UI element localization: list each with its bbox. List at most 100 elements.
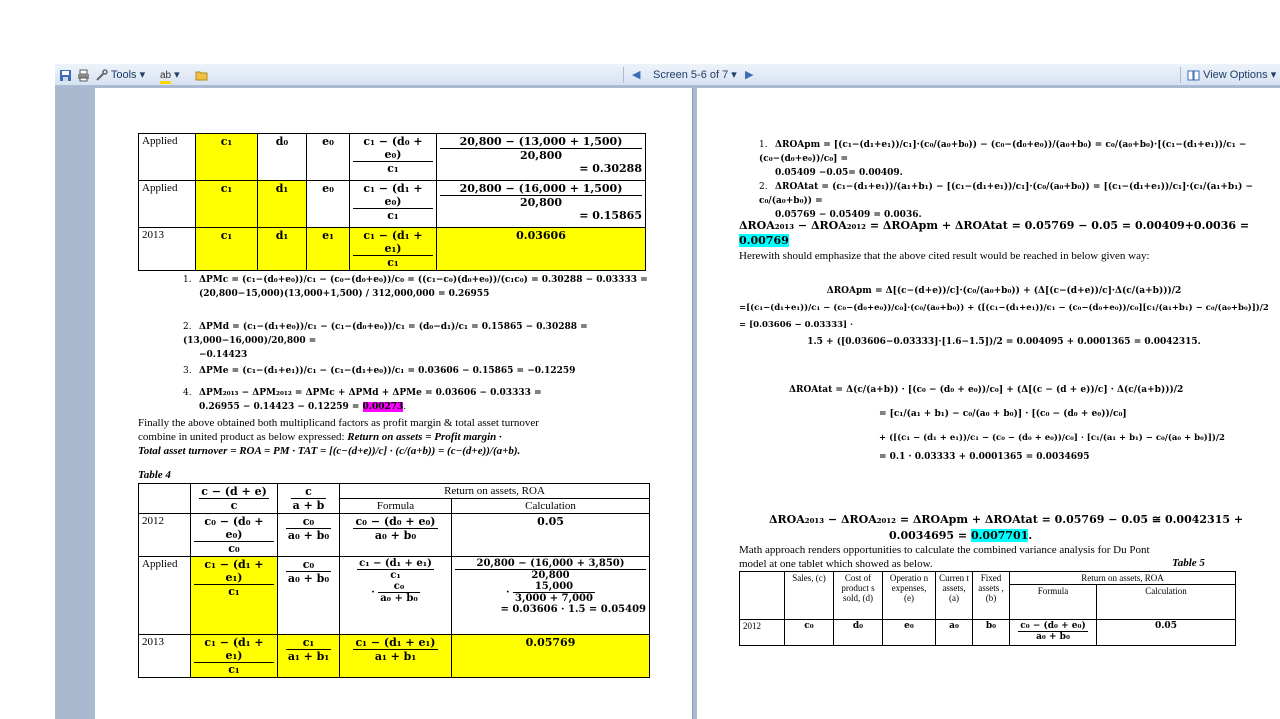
document-page-right: 1. ΔROApm = [(c₁−(d₁+e₁))/c₁]·(c₀/(a₀+b₀)… bbox=[697, 88, 1280, 719]
cell-e: e₀ bbox=[882, 619, 936, 646]
roa-item-2: 2. ΔROAtat = (c₁−(d₁+e₁))/(a₁+b₁) − [(c₁−… bbox=[759, 182, 1254, 220]
item-number: 2. bbox=[183, 322, 192, 332]
eq-tat-line3: + ([(c₁ − (d₁ + e₁))/c₁ − (c₀ − (d₀ + e₀… bbox=[879, 433, 1225, 443]
calc-denominator: 20,800 bbox=[519, 149, 563, 162]
eq-pm-line1: ΔROApm = Δ[(c−(d+e))/c]·(c₀/(a₀+b₀)) + (… bbox=[826, 286, 1182, 296]
header-current-assets: Curren t assets, (a) bbox=[935, 571, 973, 620]
calc-value: 0.05769 bbox=[451, 634, 650, 678]
para-line2b: Return on assets = Profit margin · bbox=[347, 431, 502, 443]
pm-item-1: 1. ΔPMc = (c₁−(d₀+e₀))/c₁ − (c₀−(d₀+e₀))/… bbox=[183, 273, 683, 301]
item-number: 4. bbox=[183, 388, 192, 398]
para-line3: Total asset turnover = ROA = PM · TAT = … bbox=[138, 445, 521, 457]
header-formula: Formula bbox=[1009, 584, 1097, 620]
save-icon[interactable] bbox=[59, 67, 72, 83]
row-label: Applied bbox=[138, 133, 196, 181]
roa-pm-derivation: ΔROApm = Δ[(c−(d+e))/c]·(c₀/(a₀+b₀)) + (… bbox=[739, 283, 1269, 351]
table-5: Sales, (c) Cost of product s sold, (d) O… bbox=[739, 571, 1236, 646]
calc-result: = 0.15865 bbox=[579, 209, 642, 222]
view-options-icon bbox=[1187, 70, 1200, 81]
item-number: 1. bbox=[183, 275, 192, 285]
cell-e: e₁ bbox=[306, 227, 350, 271]
header-formula: Formula bbox=[339, 498, 452, 514]
item1-line2: 0.05409 −0.05= 0.00409. bbox=[775, 168, 903, 178]
sum-line: ΔROA₂₀₁₃ − ΔROA₂₀₁₂ = ΔROApm + ΔROAtat =… bbox=[739, 219, 1250, 232]
table5-title: Table 5 bbox=[1172, 557, 1205, 569]
header-turnover: ca + b bbox=[277, 483, 340, 514]
table4-title: Table 4 bbox=[138, 469, 171, 481]
header-calculation: Calculation bbox=[451, 498, 650, 514]
table-4: c − (d + e) c ca + b Return on assets, RO… bbox=[138, 483, 650, 678]
item2-line1: ΔROAtat = (c₁−(d₁+e₁))/(a₁+b₁) − [(c₁−(d… bbox=[759, 182, 1254, 206]
item-line2: (20,800−15,000)(13,000+1,500) / 312,000,… bbox=[199, 289, 490, 299]
screen-indicator[interactable]: Screen 5-6 of 7 ▾ bbox=[653, 67, 737, 83]
roa-item-1: 1. ΔROApm = [(c₁−(d₁+e₁))/c₁]·(c₀/(a₀+b₀)… bbox=[759, 140, 1247, 178]
sum2-end: . bbox=[1028, 529, 1033, 542]
next-screen-icon[interactable]: ▶ bbox=[745, 67, 753, 83]
formula-denominator: c₁ bbox=[387, 256, 399, 269]
eq-pm-line2: =[(c₁−(d₁+e₁))/c₁ − (c₀−(d₀+e₀))/c₀]·(c₀… bbox=[739, 303, 1269, 330]
document-page-left: Applied c₁ d₀ e₀ c₁ − (d₀ + e₀) c₁ 20,800… bbox=[95, 88, 693, 719]
calc-numerator: 20,800 − (13,000 + 1,500) bbox=[440, 135, 642, 149]
math-line1: Math approach renders opportunities to c… bbox=[739, 544, 1150, 556]
header-fixed-assets: Fixed assets , (b) bbox=[972, 571, 1010, 620]
row-label: 2012 bbox=[138, 513, 191, 557]
cell-c: c₁ bbox=[195, 133, 258, 181]
previous-screen-icon[interactable]: ◀ bbox=[632, 67, 640, 83]
cell-c: c₁ bbox=[195, 180, 258, 228]
formula-numerator: c₁ − (d₁ + e₁) bbox=[353, 229, 433, 256]
cell-d: d₁ bbox=[257, 180, 307, 228]
header-margin: c − (d + e) c bbox=[190, 483, 278, 514]
formula-cell: c₁ − (d₁ + e₀) c₁ bbox=[349, 180, 437, 228]
row-label: 2012 bbox=[739, 619, 785, 646]
calc-cell: 0.03606 bbox=[436, 227, 646, 271]
header-cost: Cost of product s sold, (d) bbox=[833, 571, 883, 620]
formula-denominator: c₁ bbox=[387, 209, 399, 222]
sum2-line1: ΔROA₂₀₁₃ − ΔROA₂₀₁₂ = ΔROApm + ΔROAtat =… bbox=[769, 513, 1244, 526]
item-line2-end: . bbox=[403, 402, 407, 412]
formula-cell: c₁ − (d₀ + e₀) c₁ bbox=[349, 133, 437, 181]
roa-tat-derivation: ΔROAtat = Δ(c/(a+b)) · [(c₀ − (d₀ + e₀))… bbox=[739, 378, 1269, 464]
item-line1: ΔPMc = (c₁−(d₀+e₀))/c₁ − (c₀−(d₀+e₀))/c₀… bbox=[199, 275, 648, 285]
pm-item-4: 4. ΔPM₂₀₁₃ − ΔPM₂₀₁₂ = ΔPMc + ΔPMd + ΔPMe… bbox=[183, 386, 683, 414]
para-line1: Finally the above obtained both multipli… bbox=[138, 417, 539, 429]
cell-d: d₁ bbox=[257, 227, 307, 271]
item-line1: ΔPMe = (c₁−(d₁+e₁))/c₁ − (c₁−(d₁+e₀))/c₁… bbox=[199, 366, 576, 376]
row-label: 2013 bbox=[138, 227, 196, 271]
cell-a: a₀ bbox=[935, 619, 973, 646]
tools-icon bbox=[96, 68, 108, 81]
cell-e: e₀ bbox=[306, 180, 350, 228]
item-line2: 0.26955 − 0.14423 − 0.12259 = bbox=[199, 402, 363, 412]
viewer-toolbar: Tools ▾ ab ▾ ◀ Screen 5-6 of 7 ▾ ▶ View … bbox=[55, 64, 1280, 86]
tools-menu-button[interactable]: Tools ▾ bbox=[95, 67, 145, 83]
cell-d: d₀ bbox=[833, 619, 883, 646]
highlight-button[interactable]: ab ▾ bbox=[160, 67, 180, 84]
cell-e: e₀ bbox=[306, 133, 350, 181]
herewith-text: Herewith should emphasize that the above… bbox=[739, 250, 1150, 262]
math-line2: model at one tablet which showed as belo… bbox=[739, 558, 933, 570]
roa-sum-2: ΔROA₂₀₁₃ − ΔROA₂₀₁₂ = ΔROApm + ΔROAtat =… bbox=[769, 512, 1269, 544]
eq-tat-line2: = [c₁/(a₁ + b₁) − c₀/(a₀ + b₀)] · [(c₀ −… bbox=[879, 409, 1127, 419]
variance-table-top: Applied c₁ d₀ e₀ c₁ − (d₀ + e₀) c₁ 20,800… bbox=[138, 133, 646, 271]
print-icon[interactable] bbox=[77, 67, 90, 83]
para-line2a: combine in united product as below expre… bbox=[138, 431, 348, 443]
eq-tat-line1: ΔROAtat = Δ(c/(a+b)) · [(c₀ − (d₀ + e₀))… bbox=[789, 385, 1184, 395]
calc-denominator: 20,800 bbox=[519, 196, 563, 209]
folder-icon[interactable] bbox=[195, 67, 208, 83]
pm-item-2: 2. ΔPMd = (c₁−(d₁+e₀))/c₁ − (c₁−(d₀+e₀))/… bbox=[183, 320, 683, 362]
header-calculation: Calculation bbox=[1096, 584, 1236, 620]
eq-tat-line4: = 0.1 · 0.03333 + 0.0001365 = 0.0034695 bbox=[879, 452, 1090, 462]
cell-c: c₀ bbox=[784, 619, 834, 646]
highlighted-result: 0.00769 bbox=[739, 234, 789, 247]
item-line1: ΔPM₂₀₁₃ − ΔPM₂₀₁₂ = ΔPMc + ΔPMd + ΔPMe =… bbox=[199, 388, 542, 398]
math-approach-text: Math approach renders opportunities to c… bbox=[739, 543, 1239, 571]
formula-numerator: c₁ − (d₀ + e₀) bbox=[353, 135, 433, 162]
calc-cell: 20,800 − (16,000 + 1,500) 20,800 = 0.158… bbox=[436, 180, 646, 228]
item-number: 3. bbox=[183, 366, 192, 376]
pm-item-3: 3. ΔPMe = (c₁−(d₁+e₁))/c₁ − (c₁−(d₁+e₀))/… bbox=[183, 364, 683, 378]
view-options-button[interactable]: View Options ▾ bbox=[1187, 67, 1276, 83]
calc-value: 0.05 bbox=[1096, 619, 1236, 646]
row-label: 2013 bbox=[138, 634, 191, 678]
row-label: Applied bbox=[138, 180, 196, 228]
cell-c: c₁ bbox=[195, 227, 258, 271]
calc-cell: 20,800 − (13,000 + 1,500) 20,800 = 0.302… bbox=[436, 133, 646, 181]
